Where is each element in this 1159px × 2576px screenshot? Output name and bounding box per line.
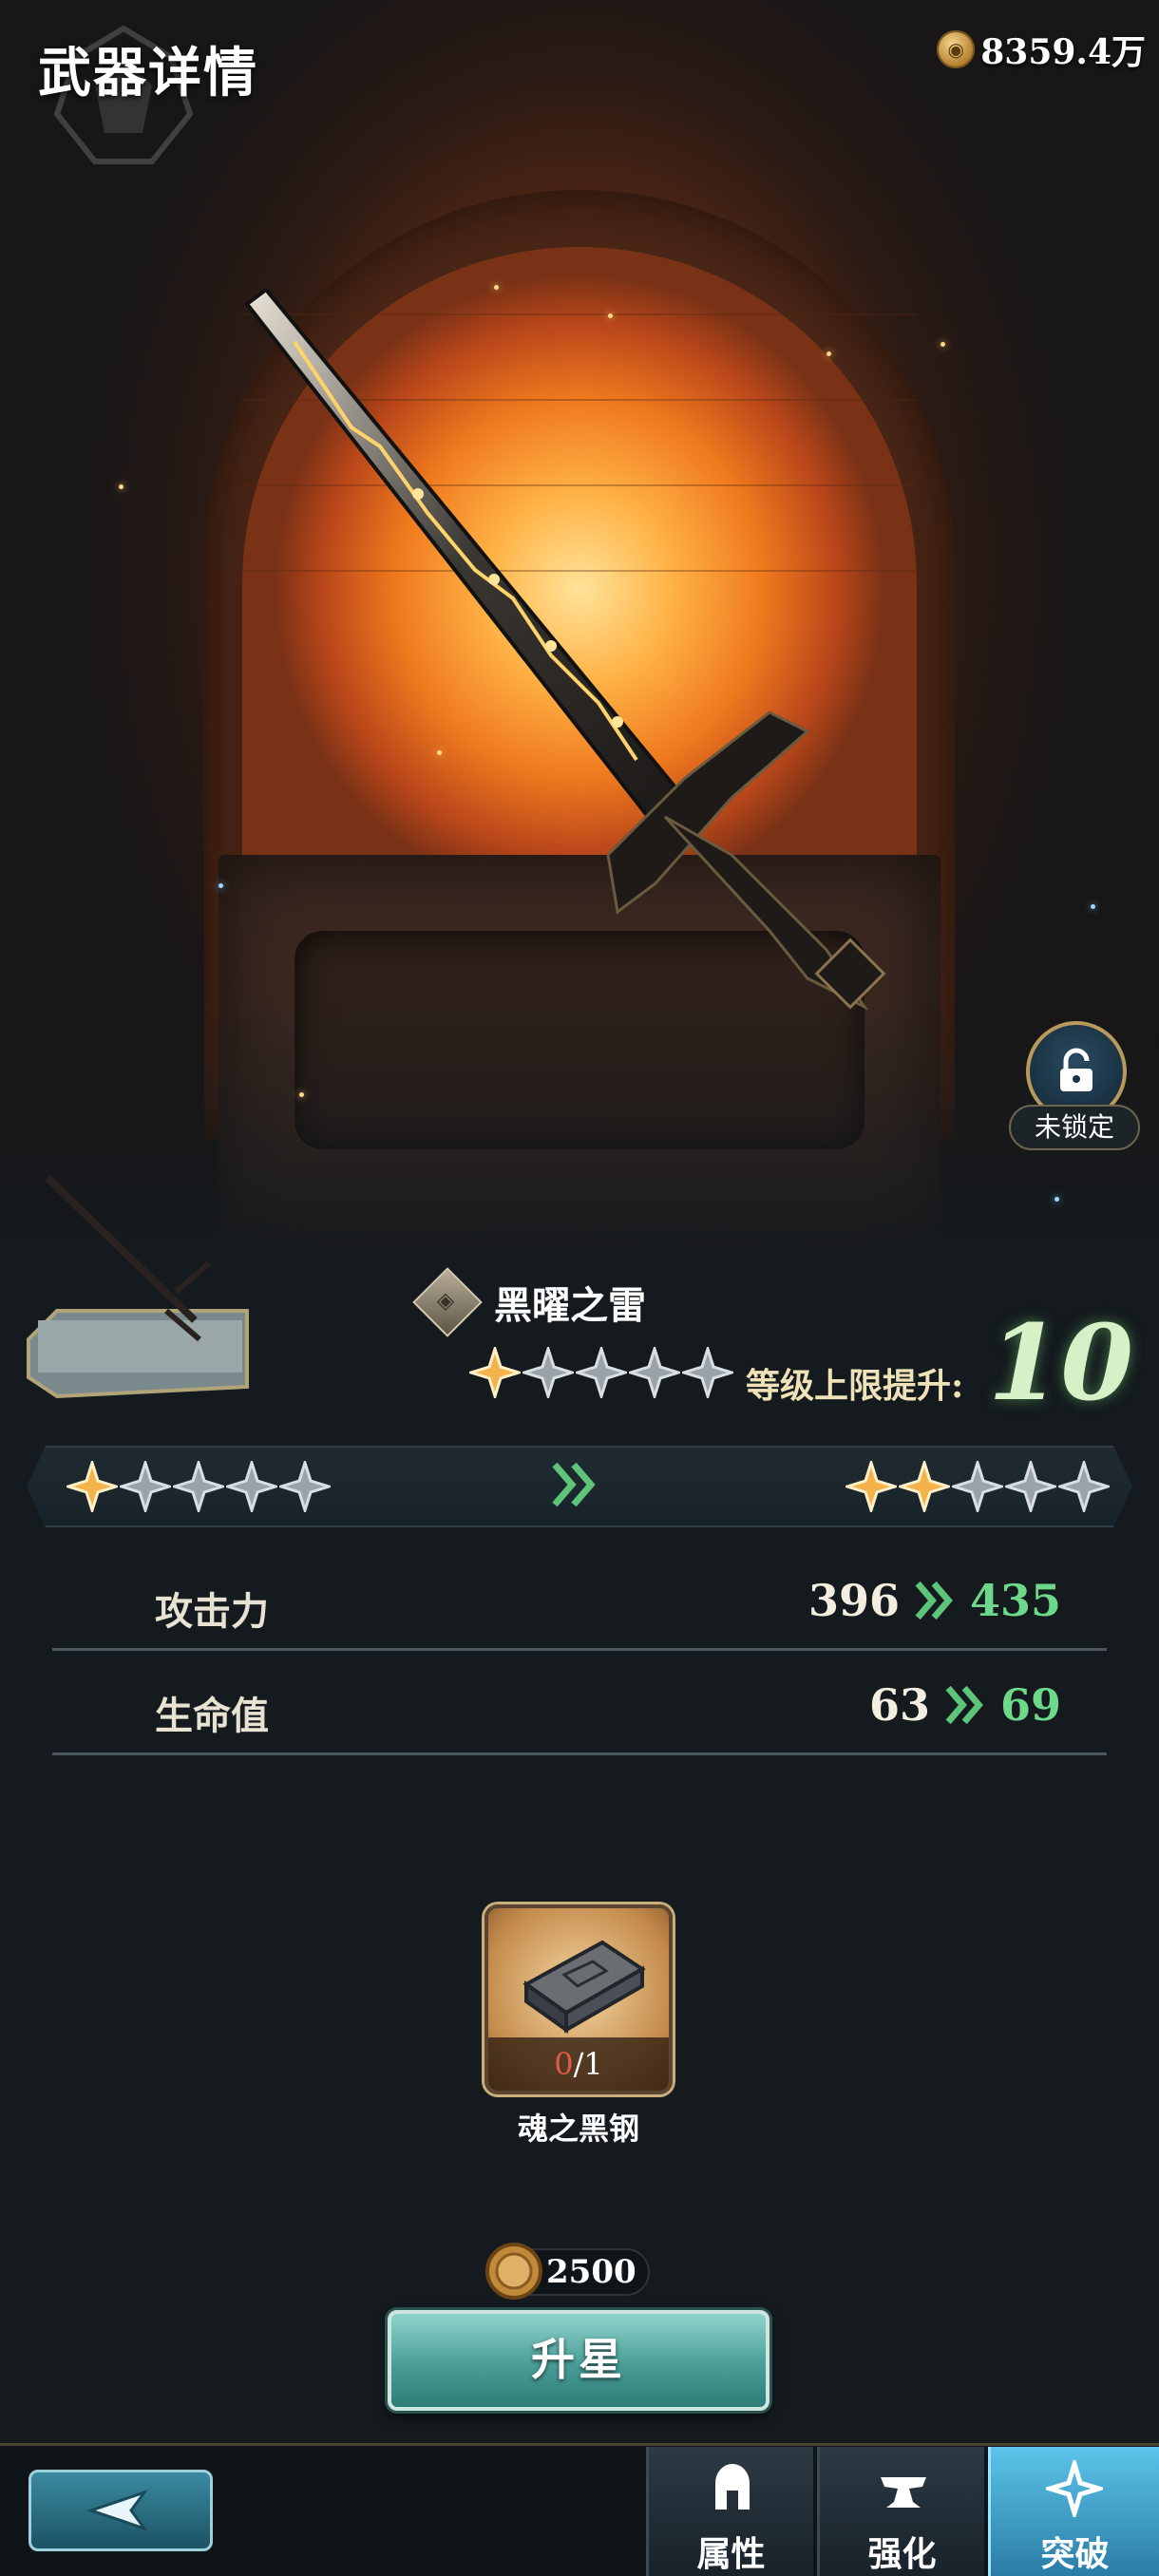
stat-label: 生命值 — [155, 1694, 269, 1738]
gold-coin-icon — [485, 2243, 542, 2300]
star-filled-icon — [846, 1461, 897, 1512]
weapon-thumbnail[interactable] — [19, 1168, 256, 1415]
star-empty-icon — [1058, 1461, 1110, 1512]
weapon-star-rating — [469, 1347, 733, 1398]
double-chevron-icon — [552, 1462, 596, 1507]
helmet-icon — [715, 2464, 750, 2510]
star-empty-icon — [576, 1347, 627, 1398]
from-star-rating — [66, 1461, 331, 1512]
unlock-icon — [1060, 1048, 1092, 1091]
gold-coin-icon: ◉ — [937, 30, 976, 68]
shuriken-icon — [1046, 2460, 1103, 2517]
star-empty-icon — [629, 1347, 680, 1398]
anvil-icon — [881, 2477, 926, 2508]
tab-enhance[interactable]: 强化 — [817, 2447, 984, 2576]
material-owned: 0 — [554, 2046, 574, 2082]
tab-label: 属性 — [696, 2534, 766, 2574]
star-empty-icon — [173, 1461, 224, 1512]
tab-label: 强化 — [867, 2534, 937, 2574]
double-chevron-icon — [915, 1581, 953, 1620]
level-cap-value: 10 — [988, 1301, 1134, 1424]
star-filled-icon — [469, 1347, 521, 1398]
stat-values: 63 69 — [869, 1679, 1061, 1731]
stat-new-value: 69 — [999, 1679, 1061, 1731]
double-chevron-icon — [945, 1685, 983, 1725]
star-up-button[interactable]: 升星 — [388, 2310, 770, 2411]
spark — [1054, 1197, 1059, 1202]
material-count: 0/1 — [488, 2037, 669, 2091]
weapon-name: 黑曜之雷 — [494, 1283, 646, 1328]
material-slot[interactable]: 0/1 — [484, 1904, 673, 2094]
star-filled-icon — [66, 1461, 118, 1512]
gold-currency: ◉ 8359.4万 — [937, 25, 1146, 74]
sword-image — [244, 287, 886, 1011]
star-empty-icon — [952, 1461, 1003, 1512]
level-cap-label: 等级上限提升: — [746, 1366, 964, 1406]
stat-row-hp: 生命值 63 69 — [52, 1653, 1107, 1755]
material-name: 魂之黑钢 — [517, 2111, 639, 2147]
to-star-rating — [846, 1461, 1110, 1512]
spark — [119, 484, 124, 489]
page-title: 武器详情 — [38, 42, 258, 104]
spark — [218, 883, 223, 888]
lock-status-label: 未锁定 — [1009, 1105, 1140, 1150]
stat-old-value: 396 — [808, 1575, 900, 1626]
spark — [299, 1092, 304, 1097]
star-empty-icon — [279, 1461, 331, 1512]
gold-amount: 8359.4万 — [980, 32, 1146, 72]
tab-breakthrough[interactable]: 突破 — [988, 2447, 1159, 2576]
stat-values: 396 435 — [808, 1575, 1061, 1626]
stat-row-attack: 攻击力 396 435 — [52, 1548, 1107, 1651]
lock-toggle[interactable]: 未锁定 — [1009, 1021, 1140, 1154]
steel-ingot-icon — [522, 1940, 646, 2034]
stat-label: 攻击力 — [155, 1589, 269, 1634]
star-empty-icon — [1005, 1461, 1056, 1512]
tab-label: 突破 — [1040, 2534, 1110, 2574]
stat-new-value: 435 — [969, 1575, 1061, 1626]
star-empty-icon — [522, 1347, 574, 1398]
spark — [1091, 904, 1095, 909]
material-required: /1 — [573, 2046, 603, 2082]
star-empty-icon — [682, 1347, 733, 1398]
back-arrow-icon — [86, 2490, 149, 2531]
stat-old-value: 63 — [868, 1679, 930, 1731]
back-button[interactable] — [28, 2470, 213, 2551]
spark — [940, 342, 945, 347]
star-empty-icon — [226, 1461, 277, 1512]
cost-amount: 2500 — [546, 2253, 636, 2291]
tab-attributes[interactable]: 属性 — [646, 2447, 813, 2576]
star-empty-icon — [120, 1461, 171, 1512]
star-filled-icon — [899, 1461, 950, 1512]
